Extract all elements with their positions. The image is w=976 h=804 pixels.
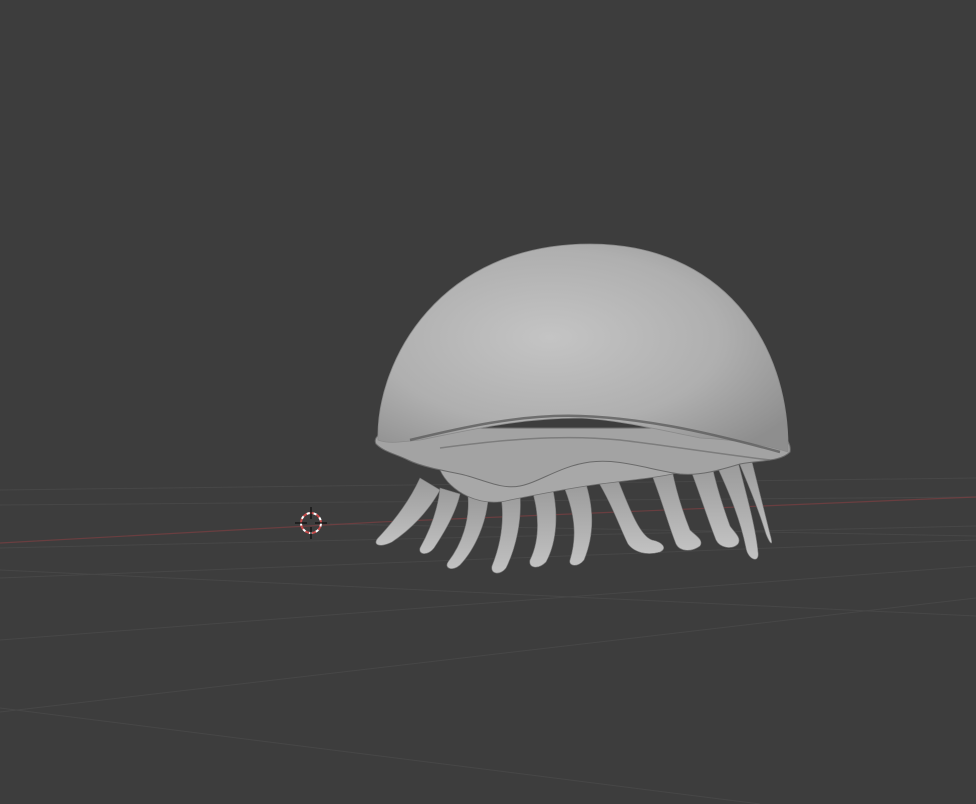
- tentacle: [595, 477, 664, 554]
- jellyfish-bell: [377, 243, 789, 453]
- tentacle: [649, 469, 702, 551]
- scene-layer: [295, 243, 791, 574]
- 3d-cursor-icon[interactable]: [295, 507, 327, 539]
- 3d-viewport[interactable]: [0, 0, 976, 804]
- tentacle: [561, 481, 593, 566]
- tentacle: [529, 483, 557, 568]
- jellyfish-mesh[interactable]: [374, 243, 791, 574]
